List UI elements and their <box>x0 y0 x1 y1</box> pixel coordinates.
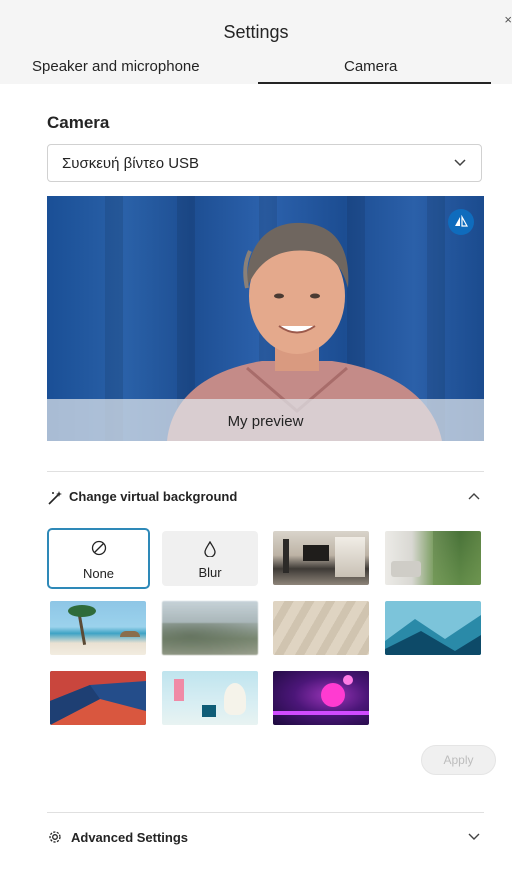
advanced-settings-label: Advanced Settings <box>71 830 189 845</box>
blurred-mountains-background-tile[interactable] <box>162 601 258 655</box>
virtual-background-toggle[interactable]: Change virtual background <box>47 488 484 508</box>
blur-label: Blur <box>198 565 222 580</box>
section-divider <box>47 812 484 813</box>
red-geometric-background-tile[interactable] <box>50 671 146 725</box>
tab-camera[interactable]: Camera <box>344 58 397 75</box>
block-icon <box>91 540 106 556</box>
office-background-tile[interactable] <box>273 531 369 585</box>
close-button[interactable]: × <box>504 12 512 27</box>
background-option-blur[interactable]: Blur <box>162 531 258 586</box>
apply-button[interactable]: Apply <box>421 745 496 775</box>
camera-preview: My preview <box>47 196 484 441</box>
camera-device-select[interactable]: Συσκευή βίντεο USB <box>47 144 482 182</box>
living-room-background-tile[interactable] <box>385 531 481 585</box>
virtual-background-label: Change virtual background <box>69 489 238 504</box>
apply-label: Apply <box>443 753 474 767</box>
red-geometric-art <box>50 671 146 725</box>
gear-icon <box>49 831 61 843</box>
none-label: None <box>82 566 115 581</box>
beach-background-tile[interactable] <box>50 601 146 655</box>
window-title: Settings <box>223 22 289 42</box>
settings-header: Settings × Speaker and microphone Camera <box>0 0 512 84</box>
background-option-none[interactable]: None <box>47 528 150 589</box>
pastel-room-background-tile[interactable] <box>162 671 258 725</box>
tab-selected-indicator <box>258 82 491 84</box>
mirror-icon <box>455 215 468 227</box>
camera-device-value: Συσκευή βίντεο USB <box>62 155 200 172</box>
blue-hills-background-tile[interactable] <box>385 601 481 655</box>
tab-speaker-microphone[interactable]: Speaker and microphone <box>32 58 200 75</box>
advanced-settings-toggle[interactable]: Advanced Settings <box>47 828 484 850</box>
chevron-down-icon <box>468 833 480 840</box>
mirror-button[interactable] <box>448 209 474 235</box>
chevron-up-icon <box>468 493 480 500</box>
preview-label: My preview <box>227 413 304 430</box>
chevron-down-icon <box>454 159 466 167</box>
magic-wand-icon <box>48 491 62 505</box>
section-divider <box>47 471 484 472</box>
blue-hills-art <box>385 615 481 655</box>
blurred-window-background-tile[interactable] <box>273 601 369 655</box>
camera-section-label: Camera <box>47 113 110 132</box>
purple-neon-background-tile[interactable] <box>273 671 369 725</box>
droplet-icon <box>204 541 216 557</box>
